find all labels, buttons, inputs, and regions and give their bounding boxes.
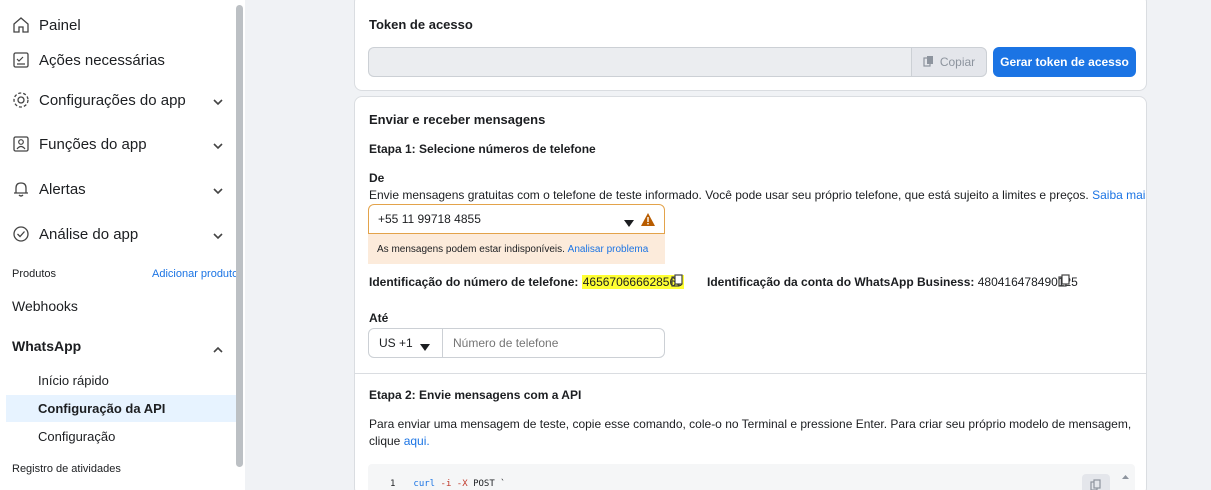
sidebar: Painel Ações necessárias Configurações d… (0, 0, 245, 490)
learn-more-link[interactable]: Saiba mais. (1092, 188, 1146, 202)
code-block[interactable]: 1 curl -i -X POST ` (368, 464, 1135, 490)
sidebar-item-funcoes[interactable]: Funções do app (0, 127, 237, 161)
caret-down-icon (624, 216, 634, 230)
from-label: De (369, 171, 385, 185)
from-number-select[interactable]: +55 11 99718 4855 (368, 204, 665, 234)
scroll-up-icon (1122, 475, 1129, 479)
activity-log-link[interactable]: Registro de atividades (12, 463, 121, 475)
phone-id-row: Identificação do número de telefone: 465… (369, 275, 684, 289)
copy-icon (1090, 478, 1102, 490)
copy-icon (923, 55, 935, 70)
checklist-icon (12, 51, 30, 69)
line-number: 1 (390, 479, 396, 489)
sidebar-item-acoes[interactable]: Ações necessárias (0, 43, 237, 77)
to-phone-group: US +1 (368, 328, 665, 358)
copy-code-button[interactable] (1082, 474, 1110, 490)
chevron-down-icon (213, 93, 223, 110)
sidebar-subitem-configuracao-api[interactable]: Configuração da API (6, 395, 237, 422)
copy-icon[interactable] (671, 274, 684, 292)
check-circle-icon (12, 225, 30, 243)
waba-id-row: Identificação da conta do WhatsApp Busin… (707, 275, 1078, 289)
sidebar-item-configuracoes[interactable]: Configurações do app (0, 83, 237, 117)
add-product-link[interactable]: Adicionar produto (152, 268, 238, 280)
chevron-down-icon (213, 182, 223, 199)
code-line: 1 curl -i -X POST ` (390, 479, 506, 489)
messages-card: Enviar e receber mensagens Etapa 1: Sele… (354, 96, 1147, 490)
chevron-up-icon (213, 341, 223, 357)
home-icon (12, 16, 30, 34)
sidebar-subitem-inicio-rapido[interactable]: Início rápido (6, 367, 237, 394)
copy-icon[interactable] (1058, 274, 1071, 292)
sidebar-item-label: Ações necessárias (39, 51, 165, 69)
section-divider (355, 373, 1146, 374)
caret-down-icon (420, 340, 430, 354)
step2-description: Para enviar uma mensagem de teste, copie… (369, 417, 1132, 448)
token-title: Token de acesso (369, 17, 473, 32)
sidebar-scrollbar[interactable] (236, 5, 243, 467)
sidebar-item-label: Análise do app (39, 225, 139, 243)
sidebar-subitem-label: Configuração da API (38, 401, 166, 416)
code-scrollbar[interactable] (1121, 468, 1130, 490)
from-description: Envie mensagens gratuitas com o telefone… (369, 188, 1146, 202)
sidebar-item-alertas[interactable]: Alertas (0, 172, 237, 206)
to-label: Até (369, 311, 389, 325)
country-code-select[interactable]: US +1 (369, 329, 443, 357)
sidebar-item-whatsapp[interactable]: WhatsApp (0, 329, 237, 363)
token-card: Token de acesso Copiar Gerar token de ac… (354, 0, 1147, 91)
sidebar-subitem-label: Início rápido (38, 373, 109, 388)
token-input[interactable] (368, 47, 911, 77)
sidebar-item-label: Webhooks (12, 298, 78, 314)
sidebar-item-label: Painel (39, 16, 81, 34)
sidebar-item-label: Funções do app (39, 135, 147, 153)
chevron-down-icon (213, 137, 223, 154)
warning-icon (641, 213, 655, 229)
step2-label: Etapa 2: Envie mensagens com a API (369, 388, 582, 402)
messages-title: Enviar e receber mensagens (369, 112, 546, 127)
generate-token-button[interactable]: Gerar token de acesso (993, 47, 1136, 77)
sidebar-subitem-label: Configuração (38, 429, 116, 444)
sidebar-item-webhooks[interactable]: Webhooks (0, 289, 237, 323)
phone-number-input[interactable] (453, 333, 653, 353)
bell-icon (12, 180, 30, 198)
sidebar-item-painel[interactable]: Painel (0, 8, 237, 42)
step1-label: Etapa 1: Selecione números de telefone (369, 142, 596, 156)
copy-token-button[interactable]: Copiar (911, 47, 987, 77)
sidebar-subitem-configuracao[interactable]: Configuração (6, 423, 237, 450)
phone-id-value: 465670666628566 (581, 275, 684, 289)
warning-banner: As mensagens podem estar indisponíveis. … (368, 234, 665, 264)
user-badge-icon (12, 135, 30, 153)
products-label: Produtos (12, 268, 57, 280)
sidebar-item-label: Alertas (39, 180, 86, 198)
sidebar-item-label: WhatsApp (12, 338, 82, 354)
sidebar-item-analise[interactable]: Análise do app (0, 217, 237, 251)
analyze-problem-link[interactable]: Analisar problema (568, 244, 649, 255)
gear-icon (12, 91, 30, 109)
sidebar-item-label: Configurações do app (39, 91, 186, 109)
chevron-down-icon (213, 227, 223, 244)
here-link[interactable]: aqui. (404, 434, 430, 448)
